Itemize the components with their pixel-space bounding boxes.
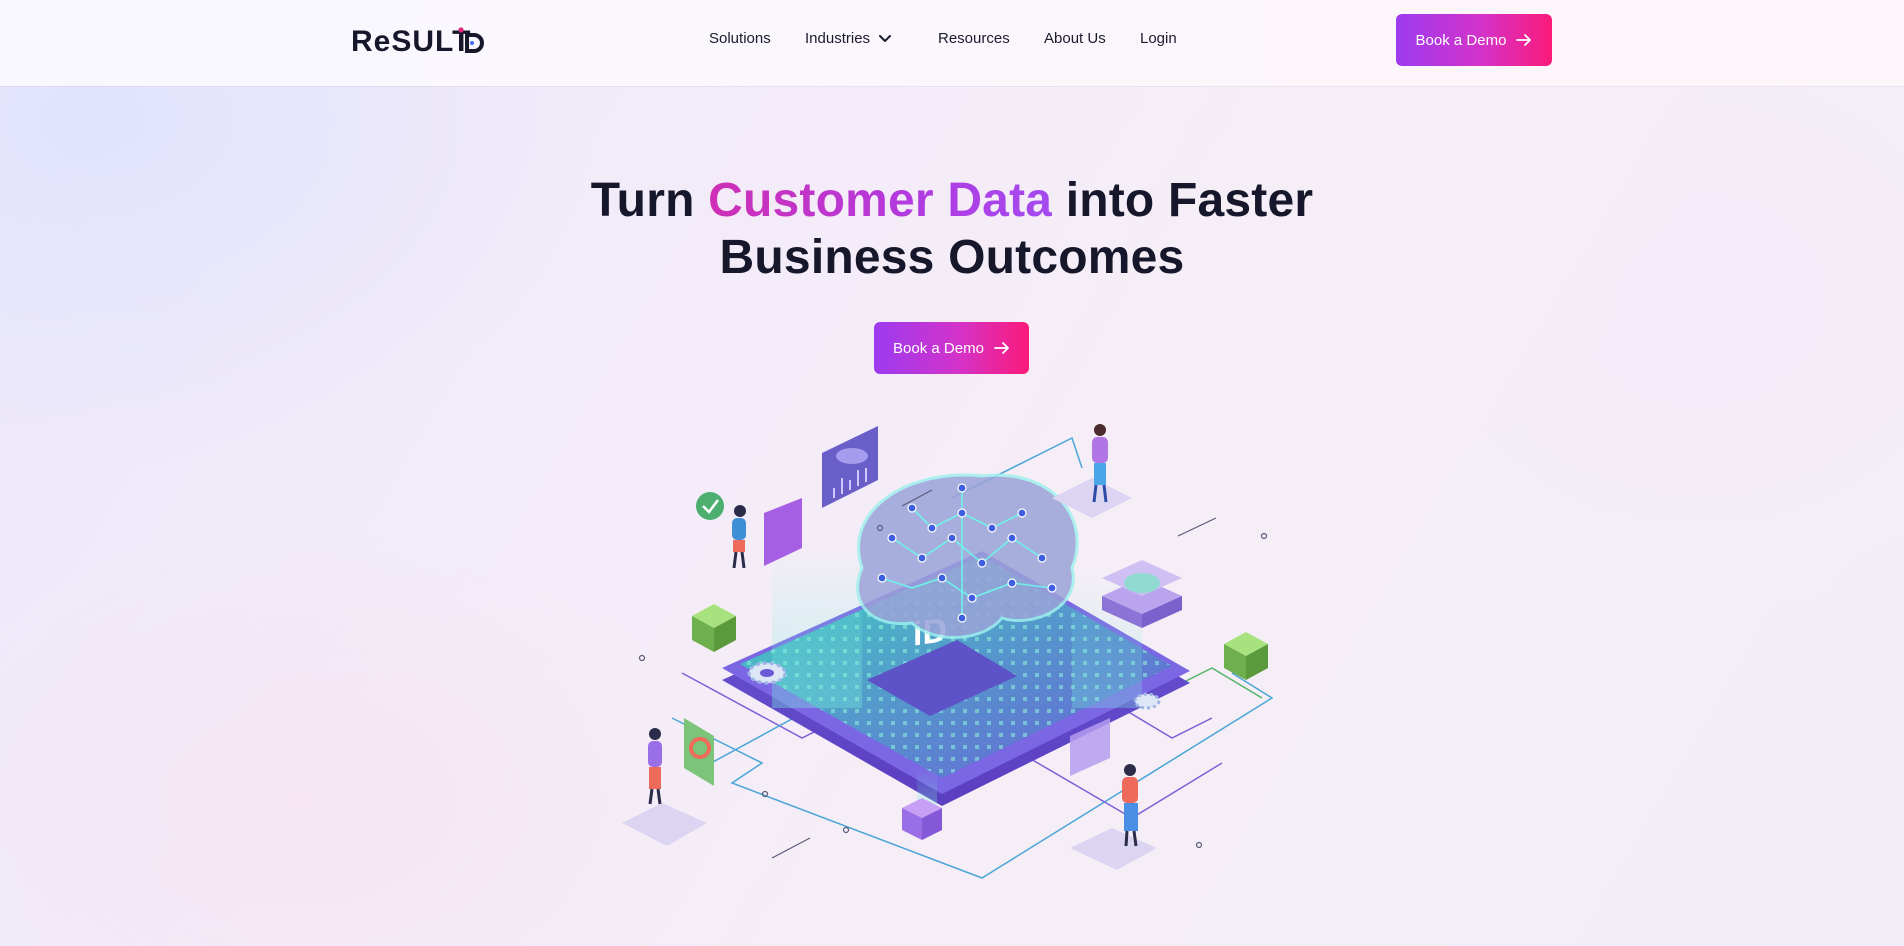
hero-title-start: Turn	[590, 174, 709, 227]
hero-illustration: iD	[622, 424, 1274, 879]
arrow-right-icon	[994, 342, 1009, 354]
gear-left	[747, 661, 787, 685]
circuit-brain	[856, 473, 1079, 639]
person-top-right	[1052, 424, 1132, 518]
person-bottom-right	[1070, 718, 1157, 870]
nav-login[interactable]: Login	[1140, 30, 1177, 47]
resultid-logo[interactable]: ReSULT	[351, 22, 491, 58]
hero-title: Turn Customer Data into Faster Business …	[452, 172, 1452, 286]
arrow-right-icon	[1516, 34, 1532, 46]
header-book-demo-button[interactable]: Book a Demo	[1396, 14, 1552, 66]
gear-right	[1133, 692, 1161, 710]
chevron-down-icon[interactable]	[878, 32, 892, 46]
header-book-demo-label: Book a Demo	[1415, 31, 1507, 49]
nav-resources[interactable]: Resources	[938, 30, 1010, 47]
hero-title-line2: Business Outcomes	[719, 231, 1185, 284]
svg-text:ReSULT: ReSULT	[351, 25, 471, 58]
green-cube-right	[1224, 632, 1268, 680]
dashboard-panel	[822, 426, 878, 508]
green-cube-left	[692, 604, 736, 652]
hero-book-demo-button[interactable]: Book a Demo	[874, 322, 1029, 374]
nav-industries[interactable]: Industries	[805, 30, 870, 47]
nav-about-us[interactable]: About Us	[1044, 30, 1106, 47]
hero-title-accent: Customer Data	[708, 174, 1053, 227]
person-bottom-left	[622, 718, 714, 846]
hero-title-mid: into Faster	[1052, 174, 1314, 227]
hero-book-demo-label: Book a Demo	[893, 339, 984, 357]
nav-solutions[interactable]: Solutions	[709, 30, 771, 47]
site-header: ReSULT Solutions Industries Resources Ab…	[0, 0, 1904, 86]
